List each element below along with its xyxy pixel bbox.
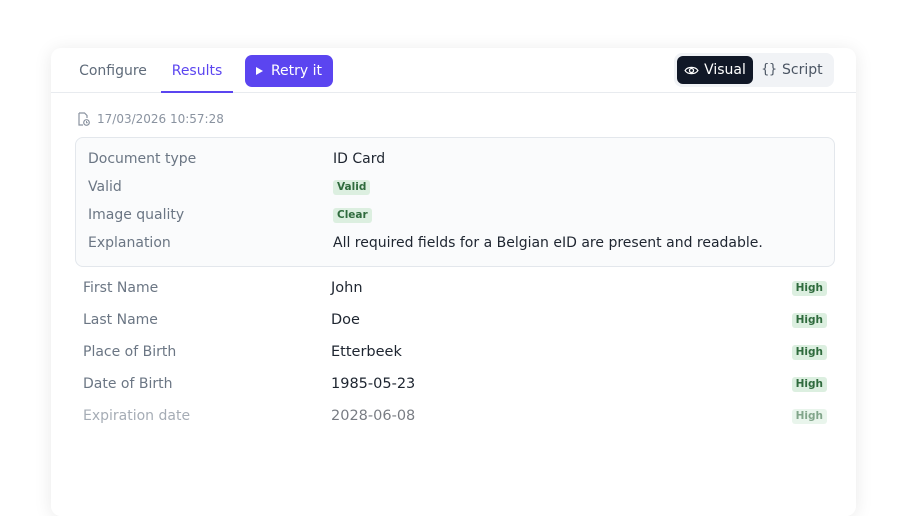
field-label: Date of Birth (83, 376, 173, 392)
summary-row-valid: Valid Valid (88, 176, 371, 198)
document-summary: Document type ID Card Valid Valid Image … (75, 137, 835, 267)
image-quality-label: Image quality (88, 207, 185, 223)
field-value: 2028-06-08 (331, 408, 416, 424)
document-type-value: ID Card (333, 151, 386, 167)
field-row: Last Name Doe High (83, 309, 827, 331)
retry-button-label: Retry it (270, 63, 323, 79)
tab-results[interactable]: Results (161, 48, 233, 93)
confidence-badge: High (791, 344, 827, 360)
play-icon (255, 67, 263, 75)
valid-badge: Valid (333, 179, 371, 195)
visual-toggle-label: Visual (704, 62, 746, 78)
field-row: Date of Birth 1985-05-23 High (83, 373, 827, 395)
field-label: First Name (83, 280, 159, 296)
valid-label: Valid (88, 179, 122, 195)
view-toggle: Visual {} Script (674, 53, 834, 87)
top-toolbar: Configure Results Retry it Visual {} Scr… (51, 48, 856, 93)
field-label: Place of Birth (83, 344, 177, 360)
field-value: 1985-05-23 (331, 376, 416, 392)
explanation-value: All required fields for a Belgian eID ar… (333, 235, 763, 251)
confidence-badge: High (791, 408, 827, 424)
summary-row-explanation: Explanation All required fields for a Be… (88, 232, 763, 254)
field-value: Doe (331, 312, 360, 328)
visual-toggle-button[interactable]: Visual (677, 56, 753, 84)
field-label: Last Name (83, 312, 158, 328)
bottom-fade (51, 456, 856, 516)
document-clock-icon (78, 112, 90, 126)
field-row: Expiration date 2028-06-08 High (83, 405, 827, 427)
confidence-badge: High (791, 376, 827, 392)
timestamp: 17/03/2026 10:57:28 (77, 111, 224, 127)
script-toggle-label: Script (782, 62, 823, 78)
summary-row-document-type: Document type ID Card (88, 148, 385, 170)
timestamp-text: 17/03/2026 10:57:28 (97, 112, 224, 126)
field-value: John (331, 280, 363, 296)
retry-button[interactable]: Retry it (245, 55, 333, 87)
image-quality-badge: Clear (333, 207, 372, 223)
field-label: Expiration date (83, 408, 191, 424)
confidence-badge: High (791, 280, 827, 296)
tab-configure[interactable]: Configure (77, 48, 149, 92)
results-panel: Configure Results Retry it Visual {} Scr… (51, 48, 856, 516)
summary-row-image-quality: Image quality Clear (88, 204, 372, 226)
script-toggle-button[interactable]: {} Script (754, 56, 830, 84)
eye-icon (684, 66, 699, 74)
explanation-label: Explanation (88, 235, 171, 251)
field-row: Place of Birth Etterbeek High (83, 341, 827, 363)
field-row: First Name John High (83, 277, 827, 299)
document-type-label: Document type (88, 151, 197, 167)
field-value: Etterbeek (331, 344, 402, 360)
braces-icon: {} (761, 62, 778, 77)
confidence-badge: High (791, 312, 827, 328)
